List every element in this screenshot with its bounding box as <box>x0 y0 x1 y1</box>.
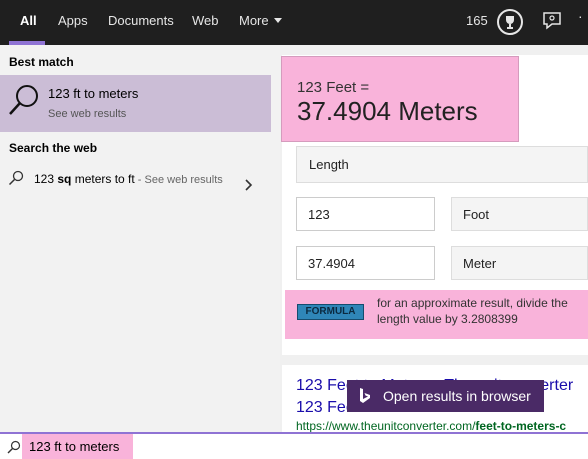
rewards-points: 165 <box>466 13 488 28</box>
search-icon <box>9 85 38 115</box>
tab-more-label: More <box>239 13 269 28</box>
from-unit: Foot <box>463 207 490 222</box>
bing-icon <box>360 388 370 403</box>
search-web-heading: Search the web <box>9 141 98 155</box>
web-suggestion-item[interactable]: 123 sq meters to ft - See web results <box>0 165 271 213</box>
tab-apps[interactable]: Apps <box>58 13 88 28</box>
answer-input-label: 123 Feet = <box>297 79 370 96</box>
search-icon <box>7 440 21 454</box>
tab-all[interactable]: All <box>20 13 37 28</box>
to-value-input[interactable]: 37.4904 <box>296 246 435 280</box>
best-match-title: 123 ft to meters <box>48 86 139 101</box>
from-unit-select[interactable]: Foot <box>451 197 588 231</box>
chevron-down-icon <box>273 18 282 23</box>
chevron-right-icon[interactable] <box>243 179 253 191</box>
ellipsis-icon[interactable]: · <box>578 8 583 24</box>
trophy-icon[interactable] <box>497 9 523 35</box>
conversion-answer: 123 Feet = 37.4904 Meters <box>281 56 519 142</box>
open-in-browser-button[interactable]: Open results in browser <box>347 380 544 412</box>
feedback-icon[interactable] <box>541 10 563 32</box>
tab-more[interactable]: More <box>239 13 282 28</box>
category-value: Length <box>309 157 349 172</box>
to-value: 37.4904 <box>308 256 355 271</box>
web-suggestion-text: 123 sq meters to ft - See web results <box>34 172 223 186</box>
search-icon <box>8 170 24 186</box>
search-input[interactable]: 123 ft to meters <box>22 434 133 459</box>
formula-box: FORMULA for an approximate result, divid… <box>285 290 588 339</box>
best-match-item[interactable]: 123 ft to meters See web results <box>0 75 271 132</box>
formula-badge: FORMULA <box>297 304 364 320</box>
best-match-subtitle: See web results <box>48 108 127 120</box>
search-input-value: 123 ft to meters <box>29 439 120 454</box>
best-match-heading: Best match <box>9 55 74 69</box>
from-value-input[interactable]: 123 <box>296 197 435 231</box>
to-unit: Meter <box>463 256 497 271</box>
top-tab-bar: All Apps Documents Web More 165 · <box>0 0 588 45</box>
results-list-panel: Best match 123 ft to meters See web resu… <box>0 45 280 432</box>
web-result-url[interactable]: https://www.theunitconverter.com/feet-to… <box>296 419 588 433</box>
search-bar[interactable]: 123 ft to meters <box>0 432 588 459</box>
from-value: 123 <box>308 207 330 222</box>
category-select[interactable]: Length <box>296 146 588 183</box>
formula-text: for an approximate result, divide the le… <box>377 296 568 326</box>
answer-result: 37.4904 Meters <box>297 96 478 126</box>
tab-web[interactable]: Web <box>192 13 219 28</box>
open-in-browser-label: Open results in browser <box>383 388 531 404</box>
to-unit-select[interactable]: Meter <box>451 246 588 280</box>
tab-documents[interactable]: Documents <box>108 13 174 28</box>
